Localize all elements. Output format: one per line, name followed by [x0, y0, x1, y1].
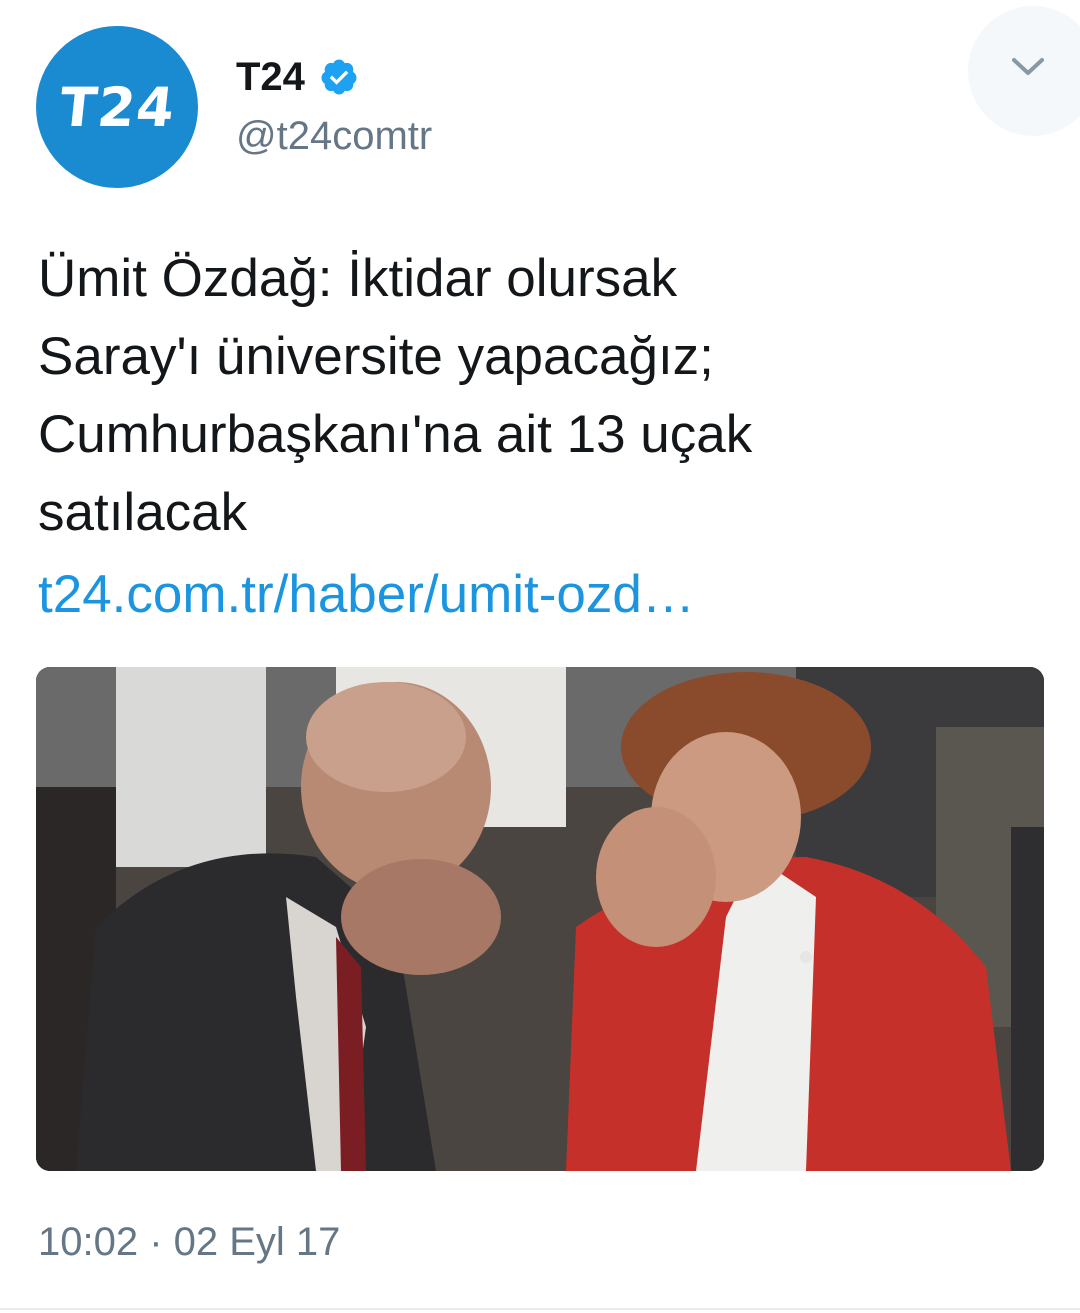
tweet-text: Ümit Özdağ: İktidar olursak Saray'ı üniv…: [38, 240, 1038, 552]
tweet-timestamp[interactable]: 10:02 · 02 Eyl 17: [38, 1220, 340, 1265]
account-name[interactable]: T24: [236, 55, 305, 100]
divider: [0, 1308, 1080, 1310]
photo-illustration: [36, 667, 1044, 1171]
tweet-text-line: satılacak: [38, 483, 248, 542]
tweet-text-line: Cumhurbaşkanı'na ait 13 uçak: [38, 405, 753, 464]
tweet-text-line: Ümit Özdağ: İktidar olursak: [38, 249, 678, 308]
chevron-down-icon: [1012, 58, 1044, 75]
account-name-row: T24: [236, 52, 359, 102]
tweet-photo[interactable]: [36, 667, 1044, 1171]
verified-badge-icon: [321, 59, 357, 95]
account-handle[interactable]: @t24comtr: [236, 114, 432, 159]
tweet-text-line: Saray'ı üniversite yapacağız;: [38, 327, 714, 386]
tweet-link[interactable]: t24.com.tr/haber/umit-ozd…: [38, 556, 695, 634]
more-options-button[interactable]: [968, 6, 1080, 136]
avatar[interactable]: T24: [36, 26, 198, 188]
avatar-logo-text: T24: [56, 75, 178, 139]
